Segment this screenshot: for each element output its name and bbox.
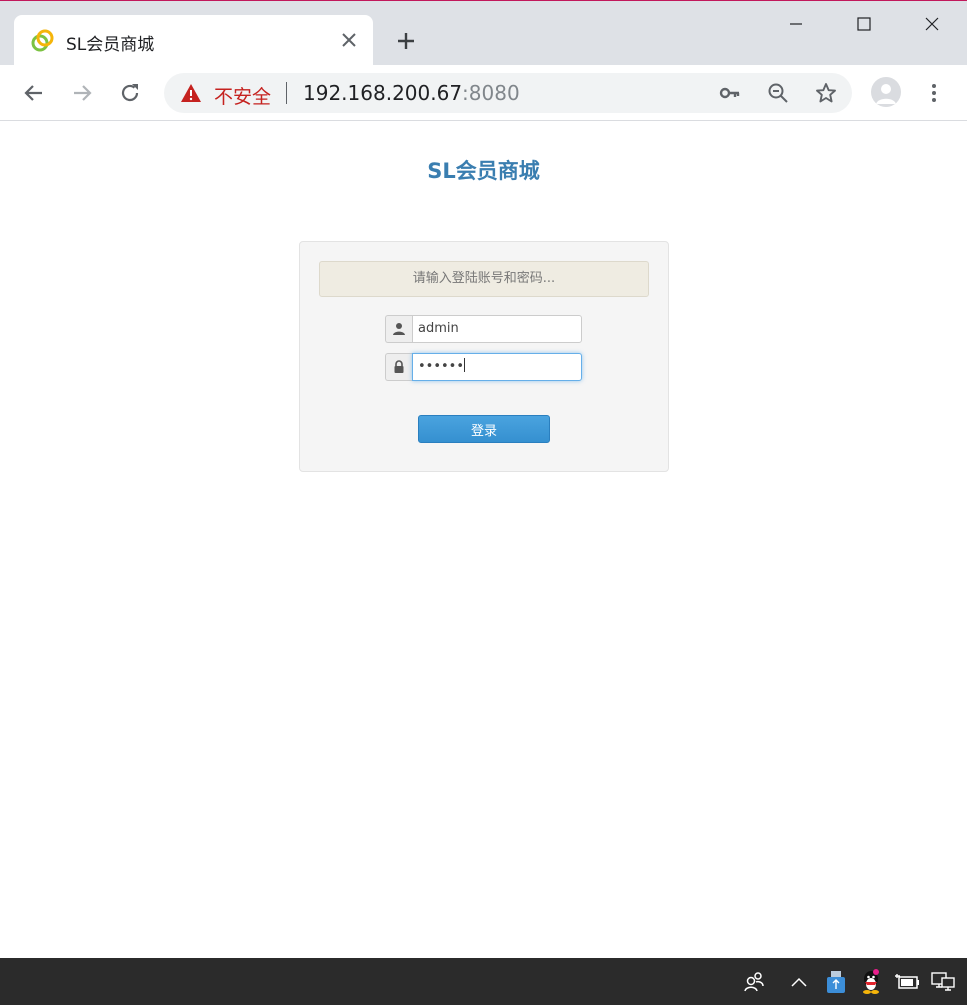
url-host: 192.168.200.67 <box>303 81 463 105</box>
text-caret <box>464 358 466 372</box>
plus-icon[interactable] <box>392 27 420 55</box>
reload-icon[interactable] <box>116 79 144 107</box>
chevron-up-icon[interactable] <box>785 968 813 996</box>
maximize-icon[interactable] <box>830 1 898 47</box>
star-icon[interactable] <box>812 79 840 107</box>
browser-toolbar: 不安全 192.168.200.67:8080 <box>0 65 967 121</box>
tab-strip: SL会员商城 <box>0 1 967 65</box>
page-title: SL会员商城 <box>427 159 540 183</box>
forward-arrow-icon[interactable] <box>68 79 96 107</box>
minimize-icon[interactable] <box>762 1 830 47</box>
usb-icon[interactable] <box>822 968 850 996</box>
login-button[interactable]: 登录 <box>418 415 550 443</box>
tab-title: SL会员商城 <box>66 35 155 55</box>
url-text[interactable]: 192.168.200.67:8080 <box>303 81 520 105</box>
more-vert-icon[interactable] <box>920 79 948 107</box>
site-favicon-icon <box>30 28 56 54</box>
login-tip: 请输入登陆账号和密码... <box>319 261 649 297</box>
close-icon[interactable] <box>898 1 966 47</box>
page-content: SL会员商城 请输入登陆账号和密码... admin •••••• 登录 <box>0 121 967 959</box>
security-label[interactable]: 不安全 <box>214 82 271 109</box>
divider <box>286 82 287 104</box>
qq-penguin-icon[interactable] <box>857 968 885 996</box>
password-input[interactable]: •••••• <box>412 353 582 381</box>
zoom-out-icon[interactable] <box>764 79 792 107</box>
avatar-icon[interactable] <box>871 77 901 107</box>
lock-icon <box>385 353 412 381</box>
url-port: :8080 <box>462 81 520 105</box>
username-field-group: admin <box>385 315 582 343</box>
close-icon[interactable] <box>338 29 360 51</box>
username-input[interactable]: admin <box>412 315 582 343</box>
password-field-group: •••••• <box>385 353 582 381</box>
address-bar[interactable]: 不安全 192.168.200.67:8080 <box>164 73 852 113</box>
tab-active[interactable]: SL会员商城 <box>14 15 373 65</box>
login-panel: 请输入登陆账号和密码... admin •••••• 登录 <box>299 241 669 472</box>
back-arrow-icon[interactable] <box>20 79 48 107</box>
password-masked: •••••• <box>418 359 465 374</box>
user-icon <box>385 315 412 343</box>
network-monitor-icon[interactable] <box>929 968 957 996</box>
taskbar <box>0 958 967 1005</box>
battery-plug-icon[interactable] <box>893 968 921 996</box>
key-icon[interactable] <box>716 79 744 107</box>
people-icon[interactable] <box>740 968 768 996</box>
browser-window: SL会员商城 不安全 192.168.200.67:8080 SL会员商城 请输… <box>0 0 967 959</box>
warning-icon[interactable] <box>180 83 202 103</box>
